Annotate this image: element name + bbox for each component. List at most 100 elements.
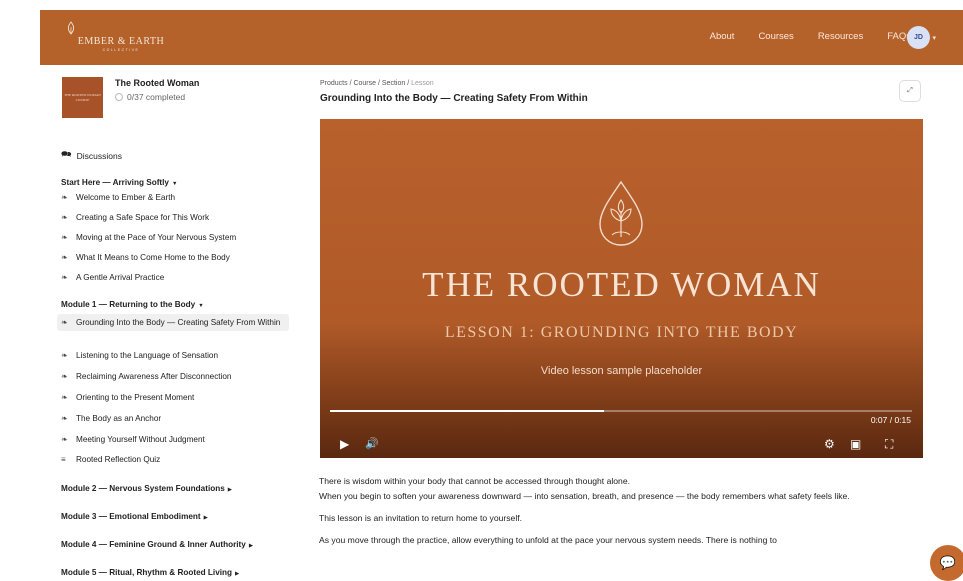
expand-icon: ⤢ bbox=[907, 87, 913, 94]
nav-link-courses[interactable]: Courses bbox=[758, 31, 793, 42]
lesson-paragraph: As you move through the practice, allow … bbox=[319, 534, 777, 545]
lesson-sentence: When you begin to soften your awareness … bbox=[319, 490, 850, 501]
user-avatar[interactable]: JD bbox=[907, 26, 930, 49]
caret-right-icon: ▶ bbox=[227, 487, 233, 493]
video-time: 0:07 / 0:15 bbox=[870, 415, 911, 425]
leaf-icon: ❧ bbox=[61, 393, 68, 402]
breadcrumb: Products / Course / Section / Lesson bbox=[320, 80, 434, 87]
caret-right-icon: ▶ bbox=[203, 515, 208, 521]
settings-gear-icon[interactable]: ⚙ bbox=[824, 437, 835, 451]
section-module-1[interactable]: Module 1 — Returning to the Body ▼ bbox=[61, 300, 204, 309]
course-progress: 0/37 completed bbox=[115, 92, 185, 102]
caret-right-icon: ▶ bbox=[235, 571, 240, 577]
expand-button[interactable]: ⤢ bbox=[899, 80, 921, 102]
breadcrumb-item[interactable]: Section bbox=[382, 80, 405, 87]
lesson-item[interactable]: ❧ Meeting Yourself Without Judgment bbox=[61, 434, 289, 445]
lesson-item[interactable]: ❧ Reclaiming Awareness After Disconnectio… bbox=[61, 371, 289, 382]
lesson-label: Reclaiming Awareness After Disconnection bbox=[76, 372, 232, 381]
top-navigation-bar: EMBER & EARTH COLLECTIVE About Courses R… bbox=[40, 10, 963, 65]
lesson-item[interactable]: ❧ Orienting to the Present Moment bbox=[61, 392, 289, 403]
nav-link-resources[interactable]: Resources bbox=[818, 31, 863, 42]
leaf-icon: ❧ bbox=[61, 372, 68, 381]
lesson-label: Meeting Yourself Without Judgment bbox=[76, 435, 205, 444]
page: EMBER & EARTH COLLECTIVE About Courses R… bbox=[40, 10, 963, 581]
lesson-item[interactable]: ❧ Creating a Safe Space for This Work bbox=[61, 212, 289, 223]
lesson-item[interactable]: ❧ What It Means to Come Home to the Body bbox=[61, 252, 289, 263]
breadcrumb-item[interactable]: Products bbox=[320, 80, 348, 87]
lesson-paragraph: There is wisdom within your body that ca… bbox=[319, 474, 939, 503]
quiz-list-icon: ≡ bbox=[61, 455, 66, 464]
section-title: Module 4 — Feminine Ground & Inner Autho… bbox=[61, 540, 246, 549]
lesson-label: Rooted Reflection Quiz bbox=[76, 455, 161, 464]
leaf-icon: ❧ bbox=[61, 318, 68, 327]
leaf-icon: ❧ bbox=[61, 435, 68, 444]
course-sidebar: THE ROOTED WOMAN COURSE The Rooted Woman… bbox=[40, 65, 302, 581]
progress-ring-icon bbox=[115, 93, 123, 101]
chevron-down-icon[interactable]: ▾ bbox=[932, 34, 936, 42]
video-progress-fill bbox=[330, 410, 604, 412]
section-module-4[interactable]: Module 4 — Feminine Ground & Inner Autho… bbox=[61, 540, 253, 549]
lesson-item[interactable]: ❧ Listening to the Language of Sensation bbox=[61, 350, 289, 361]
lesson-item[interactable]: ❧ A Gentle Arrival Practice bbox=[61, 272, 289, 283]
lesson-sentence: There is wisdom within your body that ca… bbox=[319, 476, 630, 486]
volume-icon[interactable]: 🔊 bbox=[365, 437, 385, 451]
section-title: Start Here — Arriving Softly bbox=[61, 178, 169, 187]
video-placeholder-text: Video lesson sample placeholder bbox=[540, 365, 703, 377]
lesson-item-active[interactable]: ❧ Grounding Into the Body — Creating Safe… bbox=[57, 314, 289, 331]
lesson-label: What It Means to Come Home to the Body bbox=[76, 253, 230, 262]
leaf-icon: ❧ bbox=[61, 351, 68, 360]
lesson-item[interactable]: ❧ The Body as an Anchor bbox=[61, 413, 289, 424]
lesson-label: The Body as an Anchor bbox=[76, 414, 162, 423]
video-progress-bar[interactable] bbox=[330, 410, 912, 412]
video-title: THE ROOTED WOMAN bbox=[422, 265, 821, 304]
lesson-label: Grounding Into the Body — Creating Safet… bbox=[76, 318, 281, 327]
section-title: Module 3 — Emotional Embodiment bbox=[61, 512, 201, 521]
play-icon[interactable]: ▶ bbox=[340, 437, 354, 451]
brand-logo[interactable]: EMBER & EARTH COLLECTIVE bbox=[61, 21, 181, 55]
fullscreen-icon[interactable]: ⛶ bbox=[885, 437, 893, 451]
video-player[interactable]: THE ROOTED WOMAN LESSON 1: GROUNDING INT… bbox=[320, 119, 923, 458]
brand-name: EMBER & EARTH bbox=[77, 36, 165, 47]
leaf-icon: ❧ bbox=[61, 414, 68, 423]
lesson-item[interactable]: ❧ Moving at the Pace of Your Nervous Syst… bbox=[61, 232, 289, 243]
lesson-paragraph: This lesson is an invitation to return h… bbox=[319, 512, 523, 523]
nav-link-about[interactable]: About bbox=[710, 31, 735, 42]
course-title: The Rooted Woman bbox=[115, 78, 200, 88]
section-title: Module 2 — Nervous System Foundations bbox=[61, 484, 225, 493]
leaf-icon: ❧ bbox=[61, 273, 68, 282]
caret-down-icon: ▼ bbox=[171, 181, 178, 187]
lesson-label: Welcome to Ember & Earth bbox=[76, 193, 176, 202]
main-nav: About Courses Resources FAQs bbox=[710, 31, 911, 42]
section-module-2[interactable]: Module 2 — Nervous System Foundations ▶ bbox=[61, 484, 232, 493]
chat-support-button[interactable]: 💬 bbox=[930, 545, 963, 581]
picture-in-picture-icon[interactable]: ▣ bbox=[850, 437, 861, 451]
chat-icon: 💬 bbox=[939, 555, 957, 570]
course-thumbnail-text: THE ROOTED WOMAN COURSE bbox=[64, 93, 101, 102]
breadcrumb-item[interactable]: Course bbox=[353, 80, 376, 87]
page-title: Grounding Into the Body — Creating Safet… bbox=[320, 93, 588, 104]
course-thumbnail: THE ROOTED WOMAN COURSE bbox=[62, 77, 103, 118]
course-progress-text: 0/37 completed bbox=[127, 92, 186, 102]
lesson-label: Moving at the Pace of Your Nervous Syste… bbox=[76, 233, 237, 242]
chat-bubbles-icon: 🗪 bbox=[61, 149, 72, 159]
section-module-3[interactable]: Module 3 — Emotional Embodiment ▶ bbox=[61, 512, 208, 521]
section-module-5[interactable]: Module 5 — Ritual, Rhythm & Rooted Livin… bbox=[61, 568, 239, 577]
leaf-drop-emblem-icon bbox=[599, 180, 643, 246]
lesson-label: Creating a Safe Space for This Work bbox=[76, 213, 210, 222]
leaf-icon: ❧ bbox=[61, 253, 68, 262]
discussions-label: Discussions bbox=[76, 151, 122, 161]
brand-subtitle: COLLECTIVE bbox=[102, 48, 140, 52]
section-start-here[interactable]: Start Here — Arriving Softly ▼ bbox=[61, 178, 177, 187]
leaf-icon: ❧ bbox=[61, 213, 68, 222]
discussions-link[interactable]: 🗪 Discussions bbox=[61, 149, 122, 163]
course-card: THE ROOTED WOMAN COURSE The Rooted Woman… bbox=[62, 77, 292, 125]
section-title: Module 1 — Returning to the Body bbox=[61, 300, 196, 309]
caret-right-icon: ▶ bbox=[248, 543, 254, 549]
leaf-icon: ❧ bbox=[61, 233, 68, 242]
caret-down-icon: ▼ bbox=[198, 303, 204, 309]
lesson-item[interactable]: ≡ Rooted Reflection Quiz bbox=[61, 454, 289, 465]
breadcrumb-current: Lesson bbox=[411, 80, 434, 87]
video-subtitle: LESSON 1: GROUNDING INTO THE BODY bbox=[444, 324, 799, 341]
lesson-item[interactable]: ❧ Welcome to Ember & Earth bbox=[61, 192, 289, 203]
lesson-label: Listening to the Language of Sensation bbox=[76, 351, 219, 360]
